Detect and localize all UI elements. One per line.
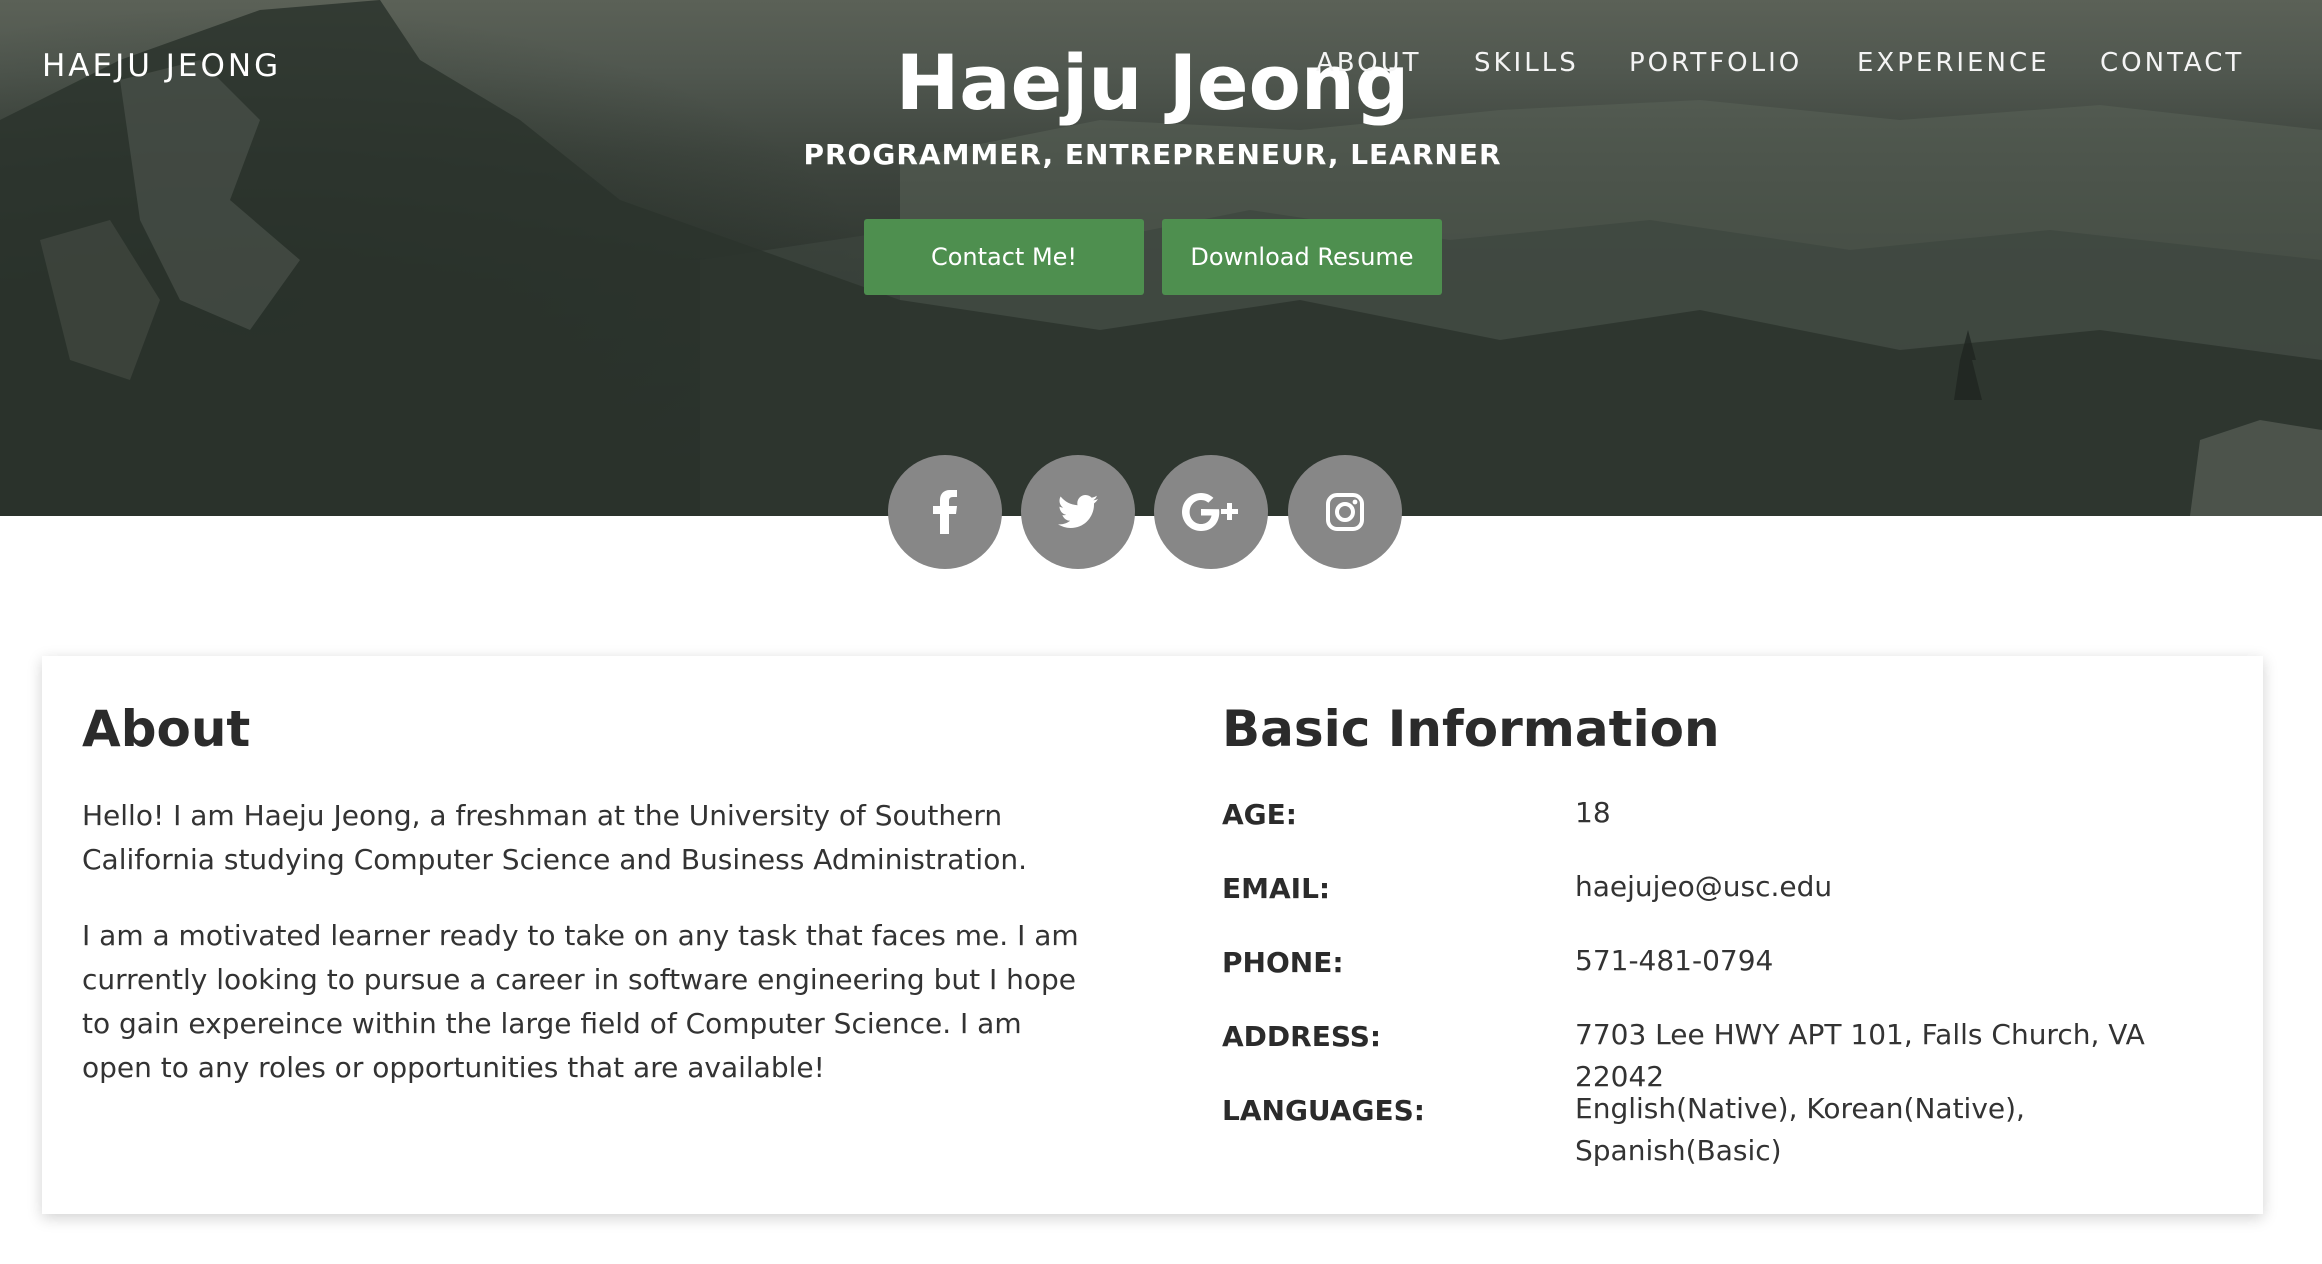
about-paragraph-2: I am a motivated learner ready to take o… — [82, 919, 1079, 1084]
nav-experience[interactable]: EXPERIENCE — [1857, 48, 2050, 78]
download-resume-button[interactable]: Download Resume — [1162, 219, 1442, 295]
age-value: 18 — [1575, 796, 1611, 829]
google-plus-icon — [1182, 492, 1240, 532]
about-heading: About — [82, 700, 251, 758]
languages-value: English(Native), Korean(Native), Spanish… — [1575, 1092, 2025, 1167]
address-value: 7703 Lee HWY APT 101, Falls Church, VA 2… — [1575, 1018, 2145, 1093]
age-label: AGE: — [1222, 798, 1297, 831]
google-plus-link[interactable] — [1154, 455, 1268, 569]
email-label: EMAIL: — [1222, 872, 1331, 905]
instagram-icon — [1326, 493, 1364, 531]
basic-info-heading: Basic Information — [1222, 700, 1720, 758]
languages-label: LANGUAGES: — [1222, 1094, 1425, 1127]
email-value[interactable]: haejujeo@usc.edu — [1575, 866, 2235, 908]
hero-subtitle: PROGRAMMER, ENTREPRENEUR, LEARNER — [803, 138, 1502, 171]
instagram-link[interactable] — [1288, 455, 1402, 569]
facebook-link[interactable] — [888, 455, 1002, 569]
nav-skills[interactable]: SKILLS — [1474, 48, 1579, 78]
phone-value: 571-481-0794 — [1575, 944, 1774, 977]
facebook-icon — [932, 490, 958, 534]
nav-about[interactable]: ABOUT — [1316, 48, 1422, 78]
contact-me-button[interactable]: Contact Me! — [864, 219, 1144, 295]
twitter-link[interactable] — [1021, 455, 1135, 569]
twitter-icon — [1058, 495, 1098, 529]
phone-label: PHONE: — [1222, 946, 1344, 979]
address-label: ADDRESS: — [1222, 1020, 1382, 1053]
hero-section: HAEJU JEONG Haeju Jeong PROGRAMMER, ENTR… — [0, 0, 2322, 516]
about-card: About Hello! I am Haeju Jeong, a freshma… — [42, 656, 2263, 1214]
about-paragraph-1: Hello! I am Haeju Jeong, a freshman at t… — [82, 799, 1027, 876]
main-nav: ABOUT SKILLS PORTFOLIO EXPERIENCE CONTAC… — [0, 48, 2322, 88]
nav-portfolio[interactable]: PORTFOLIO — [1629, 48, 1802, 78]
nav-contact[interactable]: CONTACT — [2100, 48, 2244, 78]
